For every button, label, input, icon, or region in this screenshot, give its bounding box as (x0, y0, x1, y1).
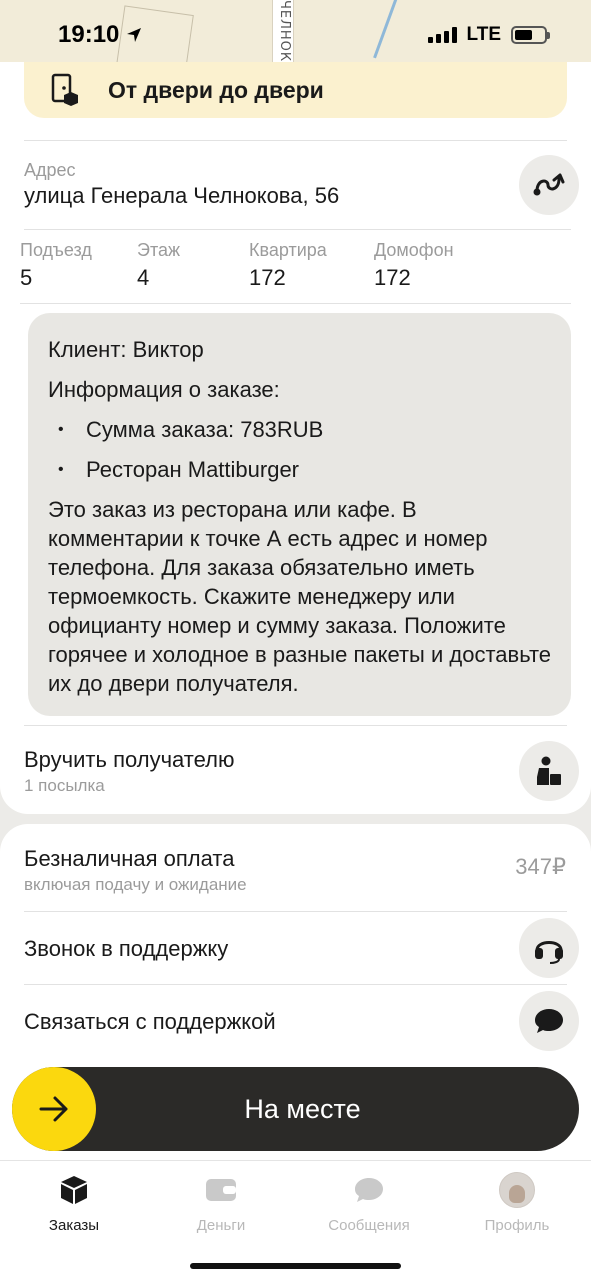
headset-icon (535, 941, 563, 964)
arrow-right-icon (39, 1096, 68, 1122)
tab-profile[interactable]: Профиль (457, 1171, 577, 1234)
status-indicators: LTE (427, 24, 550, 46)
location-arrow-icon (127, 28, 142, 42)
support-chat-button[interactable] (519, 991, 579, 1051)
chat-bubble-icon (355, 1178, 383, 1202)
divider (24, 911, 567, 912)
comment-info-item: Сумма заказа: 783RUB (48, 415, 551, 444)
comment-info-list: Сумма заказа: 783RUB Ресторан Mattiburge… (48, 415, 551, 484)
comment-body: Это заказ из ресторана или кафе. В комме… (48, 497, 552, 696)
tab-label: Деньги (196, 1217, 246, 1234)
bottom-tab-bar: Заказы Деньги Сообщения Профиль (0, 1160, 591, 1280)
status-bar: 19:10 LTE (0, 0, 591, 70)
handover-title: Вручить получателю (24, 747, 235, 772)
order-comment: Клиент: Виктор Информация о заказе: Сумм… (28, 313, 571, 716)
payment-amount: 347₽ (515, 854, 566, 879)
tab-label: Профиль (484, 1217, 550, 1234)
slider-knob[interactable] (12, 1067, 96, 1151)
person-parcel-icon (537, 756, 561, 785)
orders-box-icon (61, 1176, 87, 1204)
support-call-button[interactable] (519, 918, 579, 978)
detail-label: Этаж (137, 240, 181, 260)
tab-orders[interactable]: Заказы (14, 1171, 134, 1234)
signal-icon (427, 27, 457, 43)
route-icon (533, 173, 565, 196)
detail-intercom: Домофон 172 (374, 240, 454, 291)
detail-label: Квартира (249, 240, 327, 260)
detail-label: Домофон (374, 240, 454, 260)
order-sheet: От двери до двери Адрес улица Генерала Ч… (0, 62, 591, 814)
address-label: Адрес (24, 160, 76, 180)
detail-value: 5 (20, 265, 33, 290)
divider (24, 229, 571, 230)
home-indicator (190, 1263, 401, 1269)
handover-subtitle: 1 посылка (24, 776, 105, 795)
support-chat-label[interactable]: Связаться с поддержкой (24, 1009, 276, 1035)
arrival-slider[interactable]: На месте (12, 1067, 579, 1151)
wallet-icon (206, 1179, 236, 1201)
comment-info-item: Ресторан Mattiburger (48, 455, 551, 484)
divider (24, 725, 567, 726)
payment-subtitle: включая подачу и ожидание (24, 875, 247, 894)
delivery-type-banner: От двери до двери (24, 62, 567, 118)
address-details: Подъезд 5 Этаж 4 Квартира 172 Домофон 17… (0, 240, 591, 300)
divider (20, 303, 571, 304)
battery-icon (511, 26, 550, 44)
tab-label: Сообщения (328, 1217, 410, 1234)
comment-client: Клиент: Виктор (48, 337, 204, 362)
avatar (499, 1172, 535, 1208)
detail-value: 172 (374, 265, 411, 290)
detail-value: 172 (249, 265, 286, 290)
delivery-type-label: От двери до двери (108, 76, 324, 103)
slider-label: На месте (244, 1093, 361, 1124)
support-call-label[interactable]: Звонок в поддержку (24, 936, 228, 962)
address-value[interactable]: улица Генерала Челнокова, 56 (24, 183, 339, 209)
detail-apartment: Квартира 172 (249, 240, 327, 291)
tab-money[interactable]: Деньги (161, 1171, 281, 1234)
handover-button[interactable] (519, 741, 579, 801)
payment-support-card: Безналичная оплата включая подачу и ожид… (0, 824, 591, 1160)
divider (24, 140, 567, 141)
network-type: LTE (466, 24, 501, 45)
door-to-door-icon (51, 73, 78, 106)
divider (24, 984, 567, 985)
payment-title: Безналичная оплата (24, 846, 235, 871)
route-button[interactable] (519, 155, 579, 215)
detail-label: Подъезд (20, 240, 92, 260)
detail-floor: Этаж 4 (137, 240, 180, 291)
detail-entrance: Подъезд 5 (20, 240, 92, 291)
tab-label: Заказы (48, 1217, 100, 1234)
comment-info-title: Информация о заказе: (48, 377, 280, 402)
status-time-group: 19:10 (58, 21, 143, 49)
status-time: 19:10 (58, 21, 120, 48)
tab-messages[interactable]: Сообщения (309, 1171, 429, 1234)
chat-bubble-icon (535, 1009, 563, 1033)
detail-value: 4 (137, 265, 150, 290)
